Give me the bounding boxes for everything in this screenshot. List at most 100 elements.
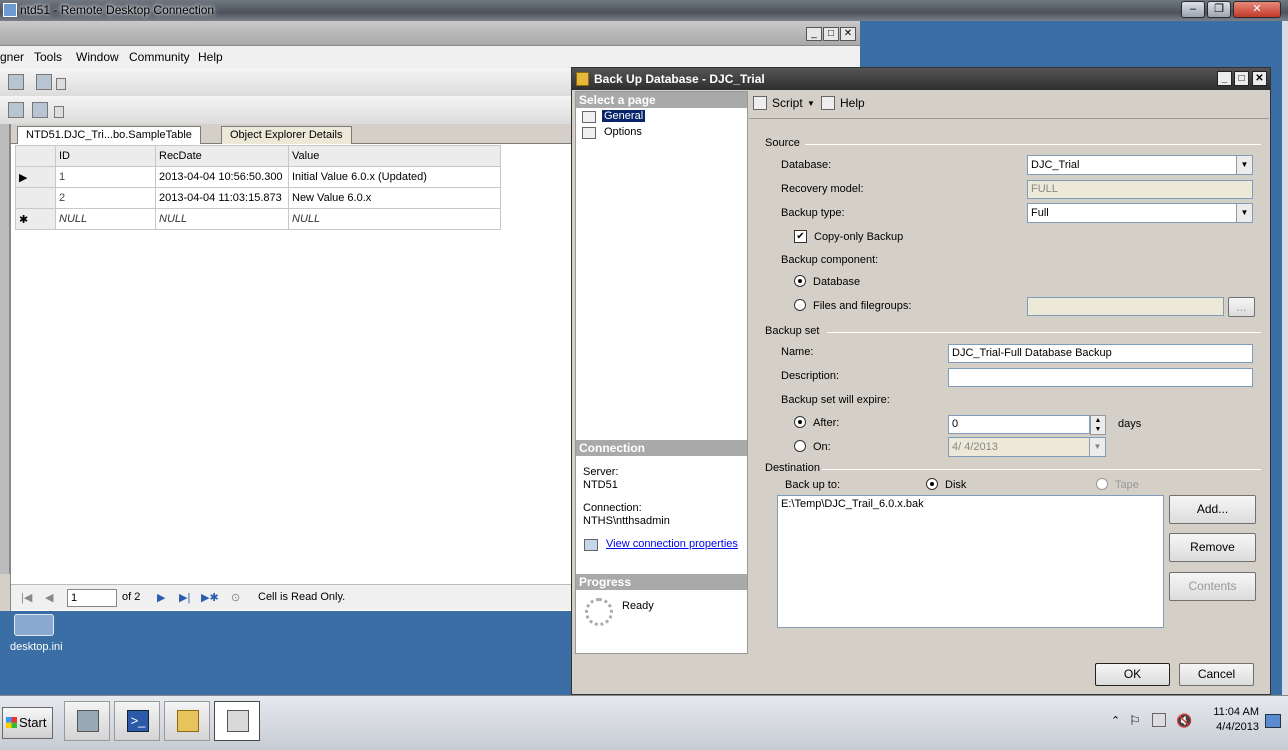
table-row[interactable]: 2 2013-04-04 11:03:15.873 New Value 6.0.… <box>15 187 501 209</box>
previous-record-icon[interactable]: ◀ <box>45 591 53 604</box>
tab-object-explorer-details[interactable]: Object Explorer Details <box>221 126 352 144</box>
start-button[interactable]: Start <box>2 707 53 739</box>
chevron-down-icon[interactable]: ▼ <box>1236 156 1252 174</box>
cell-value[interactable]: Initial Value 6.0.x (Updated) <box>288 166 501 188</box>
show-hidden-icons-icon[interactable]: ⌃ <box>1111 714 1120 727</box>
component-files-radio[interactable] <box>794 299 806 311</box>
expire-on-label[interactable]: On: <box>813 441 831 453</box>
table-row[interactable]: ▶ 1 2013-04-04 10:56:50.300 Initial Valu… <box>15 166 501 188</box>
destination-disk-radio[interactable] <box>926 478 938 490</box>
new-record-icon[interactable]: ▶✱ <box>201 591 219 604</box>
table-icon[interactable] <box>8 102 24 118</box>
component-database-label[interactable]: Database <box>813 276 860 288</box>
cell-recdate[interactable]: 2013-04-04 11:03:15.873 <box>155 187 289 209</box>
expire-after-radio[interactable] <box>794 416 806 428</box>
record-number-input[interactable]: 1 <box>67 589 117 607</box>
cell-value[interactable]: New Value 6.0.x <box>288 187 501 209</box>
column-header-id[interactable]: ID <box>55 145 156 167</box>
description-input[interactable] <box>948 368 1253 387</box>
copy-only-checkbox[interactable]: ✔ <box>794 230 807 243</box>
volume-muted-icon[interactable]: 🔇 <box>1176 713 1192 729</box>
properties-icon[interactable] <box>32 102 48 118</box>
cell-recdate[interactable]: NULL <box>155 208 289 230</box>
days-spinner[interactable]: ▲ ▼ <box>1090 415 1106 435</box>
backup-name-input[interactable]: DJC_Trial-Full Database Backup <box>948 344 1253 363</box>
network-icon[interactable] <box>1152 713 1166 727</box>
desktop-icon-label[interactable]: desktop.ini <box>10 641 63 653</box>
document-tabs: NTD51.DJC_Tri...bo.SampleTable Object Ex… <box>11 124 573 144</box>
server-manager-taskbar-button[interactable] <box>64 701 110 741</box>
add-destination-button[interactable]: Add... <box>1169 495 1256 524</box>
cell-recdate[interactable]: 2013-04-04 10:56:50.300 <box>155 166 289 188</box>
action-center-flag-icon[interactable]: ⚐ <box>1129 713 1141 729</box>
help-icon[interactable] <box>821 96 835 110</box>
script-dropdown-icon[interactable]: ▼ <box>807 99 815 108</box>
dialog-maximize-button[interactable]: □ <box>1234 71 1249 86</box>
remove-destination-button[interactable]: Remove <box>1169 533 1256 562</box>
column-header-recdate[interactable]: RecDate <box>155 145 289 167</box>
expire-on-radio[interactable] <box>794 440 806 452</box>
show-desktop-icon[interactable] <box>1265 714 1281 728</box>
page-options-icon <box>582 127 596 139</box>
clock[interactable]: 11:04 AM 4/4/2013 <box>1203 705 1259 735</box>
cell-id[interactable]: 2 <box>55 187 156 209</box>
ssms-menu-bar: gner Tools Window Community Help <box>0 46 860 68</box>
desktop-file-icon[interactable] <box>14 614 54 636</box>
image-icon[interactable] <box>36 74 52 90</box>
ssms-maximize-button[interactable]: □ <box>823 27 839 41</box>
cancel-button[interactable]: Cancel <box>1179 663 1254 686</box>
page-general[interactable]: General <box>602 110 646 122</box>
rdp-restore-button[interactable]: ❐ <box>1207 1 1231 18</box>
tab-sampletable[interactable]: NTD51.DJC_Tri...bo.SampleTable <box>17 126 201 144</box>
new-row[interactable]: ✱ NULL NULL NULL <box>15 208 501 230</box>
component-files-label[interactable]: Files and filegroups: <box>813 300 911 312</box>
row-selector[interactable]: ✱ <box>15 208 56 230</box>
database-select[interactable]: DJC_Trial ▼ <box>1027 155 1253 175</box>
browse-filegroups-button[interactable]: ... <box>1228 297 1255 317</box>
next-record-icon[interactable]: ▶ <box>157 591 165 604</box>
cell-value[interactable]: NULL <box>288 208 501 230</box>
expire-after-label[interactable]: After: <box>813 417 839 429</box>
stop-icon[interactable]: ⊙ <box>231 591 240 604</box>
menu-help[interactable]: Help <box>198 50 223 64</box>
dialog-close-button[interactable]: ✕ <box>1252 71 1267 86</box>
script-icon[interactable] <box>753 96 767 110</box>
dialog-minimize-button[interactable]: _ <box>1217 71 1232 86</box>
destination-disk-label[interactable]: Disk <box>945 479 966 491</box>
view-connection-properties-link[interactable]: View connection properties <box>606 538 738 550</box>
powershell-taskbar-button[interactable]: >_ <box>114 701 160 741</box>
first-record-icon[interactable]: |◀ <box>21 591 32 604</box>
rdp-close-button[interactable]: ✕ <box>1233 1 1281 18</box>
cell-id[interactable]: NULL <box>55 208 156 230</box>
toolbar-overflow-icon[interactable] <box>56 78 66 90</box>
ssms-taskbar-button[interactable] <box>214 701 260 741</box>
menu-designer[interactable]: gner <box>0 50 24 64</box>
print-icon[interactable] <box>8 74 24 90</box>
column-header-value[interactable]: Value <box>288 145 501 167</box>
row-selector[interactable] <box>15 187 56 209</box>
menu-window[interactable]: Window <box>76 50 119 64</box>
progress-heading: Progress <box>576 574 747 590</box>
list-item[interactable]: E:\Temp\DJC_Trail_6.0.x.bak <box>781 498 1160 510</box>
expire-days-input[interactable]: 0 <box>948 415 1090 434</box>
component-database-radio[interactable] <box>794 275 806 287</box>
copy-only-label[interactable]: Copy-only Backup <box>814 231 903 243</box>
ssms-minimize-button[interactable]: _ <box>806 27 822 41</box>
menu-community[interactable]: Community <box>129 50 190 64</box>
script-button[interactable]: Script <box>772 96 803 110</box>
menu-tools[interactable]: Tools <box>34 50 62 64</box>
backup-type-select[interactable]: Full ▼ <box>1027 203 1253 223</box>
ssms-close-button[interactable]: ✕ <box>840 27 856 41</box>
destination-list[interactable]: E:\Temp\DJC_Trail_6.0.x.bak <box>777 495 1164 628</box>
source-group-label: Source <box>765 137 800 149</box>
page-options[interactable]: Options <box>602 126 644 138</box>
ok-button[interactable]: OK <box>1095 663 1170 686</box>
chevron-down-icon[interactable]: ▼ <box>1236 204 1252 222</box>
toolbar-overflow-icon[interactable] <box>54 106 64 118</box>
explorer-taskbar-button[interactable] <box>164 701 210 741</box>
help-button[interactable]: Help <box>840 96 865 110</box>
cell-id[interactable]: 1 <box>55 166 156 188</box>
row-selector[interactable]: ▶ <box>15 166 56 188</box>
rdp-minimize-button[interactable]: – <box>1181 1 1205 18</box>
last-record-icon[interactable]: ▶| <box>179 591 190 604</box>
